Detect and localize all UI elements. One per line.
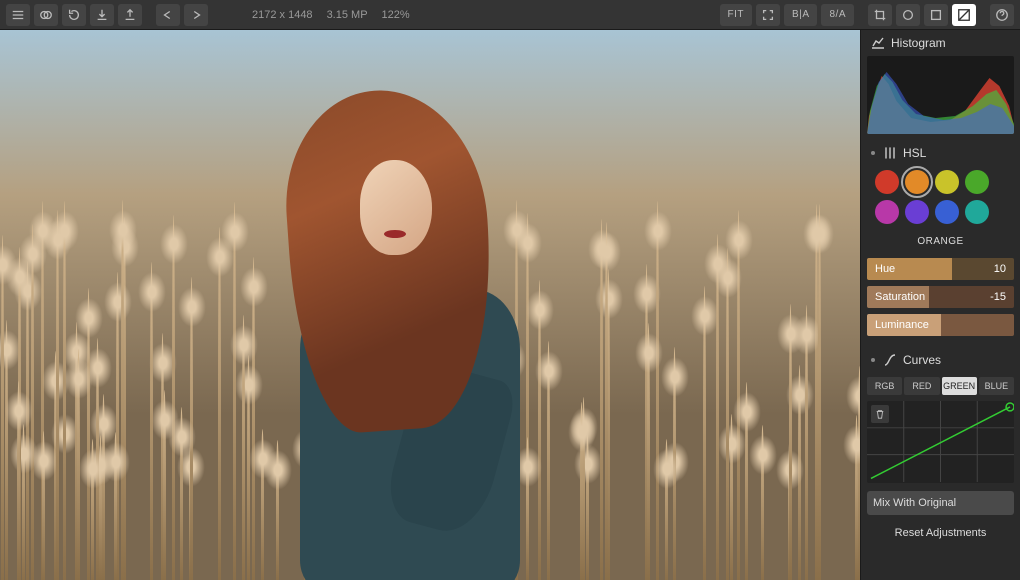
bullet-icon xyxy=(871,358,875,362)
help-button[interactable] xyxy=(990,4,1014,26)
hue-slider[interactable]: Hue 10 xyxy=(867,258,1014,280)
reset-adjustments-button[interactable]: Reset Adjustments xyxy=(861,519,1020,547)
luminance-label: Luminance xyxy=(875,319,929,331)
frame-tool-button[interactable] xyxy=(924,4,948,26)
layers-button[interactable] xyxy=(34,4,58,26)
hue-value: 10 xyxy=(994,263,1006,275)
swatch-red[interactable] xyxy=(875,170,899,194)
history-button[interactable] xyxy=(62,4,86,26)
curves-tab-green[interactable]: GREEN xyxy=(942,377,977,395)
share-button[interactable] xyxy=(118,4,142,26)
ratio-button[interactable]: 8/A xyxy=(821,4,854,26)
curves-graph[interactable] xyxy=(867,401,1014,483)
download-button[interactable] xyxy=(90,4,114,26)
shape-tool-button[interactable] xyxy=(896,4,920,26)
top-toolbar: 2172 x 1448 3.15 MP 122% FIT B|A 8/A xyxy=(0,0,1020,30)
adjustments-panel: Histogram HSL ORANGE Hue 10 Saturation -… xyxy=(860,30,1020,580)
curves-title: Curves xyxy=(903,353,941,367)
fullscreen-button[interactable] xyxy=(756,4,780,26)
hsl-color-swatches xyxy=(861,166,1020,232)
swatch-orange[interactable] xyxy=(905,170,929,194)
crop-tool-button[interactable] xyxy=(868,4,892,26)
bullet-icon xyxy=(871,151,875,155)
photo-placeholder: document.write(Array.from({length:90},(_… xyxy=(0,30,860,580)
megapixels-label: 3.15 MP xyxy=(327,9,368,21)
hsl-header[interactable]: HSL xyxy=(861,140,1020,166)
undo-button[interactable] xyxy=(156,4,180,26)
histogram-icon xyxy=(871,36,885,50)
curves-icon xyxy=(883,353,897,367)
swatch-yellow[interactable] xyxy=(935,170,959,194)
mix-with-original-button[interactable]: Mix With Original xyxy=(867,491,1014,515)
swatch-purple[interactable] xyxy=(905,200,929,224)
menu-button[interactable] xyxy=(6,4,30,26)
histogram-chart xyxy=(867,56,1014,134)
histogram-title: Histogram xyxy=(891,36,946,50)
saturation-label: Saturation xyxy=(875,291,925,303)
swatch-magenta[interactable] xyxy=(875,200,899,224)
curves-tab-blue[interactable]: BLUE xyxy=(979,377,1014,395)
fit-button[interactable]: FIT xyxy=(720,4,753,26)
saturation-slider[interactable]: Saturation -15 xyxy=(867,286,1014,308)
image-canvas[interactable]: document.write(Array.from({length:90},(_… xyxy=(0,30,860,580)
hsl-title: HSL xyxy=(903,146,926,160)
sliders-icon xyxy=(883,146,897,160)
redo-button[interactable] xyxy=(184,4,208,26)
curves-tab-rgb[interactable]: RGB xyxy=(867,377,902,395)
swatch-blue[interactable] xyxy=(935,200,959,224)
curves-tabs: RGBREDGREENBLUE xyxy=(861,373,1020,399)
hsl-selected-color: ORANGE xyxy=(861,232,1020,255)
saturation-value: -15 xyxy=(990,291,1006,303)
curves-tab-red[interactable]: RED xyxy=(904,377,939,395)
adjustments-tool-button[interactable] xyxy=(952,4,976,26)
dimensions-label: 2172 x 1448 xyxy=(252,9,313,21)
hue-label: Hue xyxy=(875,263,895,275)
swatch-green[interactable] xyxy=(965,170,989,194)
before-after-button[interactable]: B|A xyxy=(784,4,817,26)
swatch-aqua[interactable] xyxy=(965,200,989,224)
image-info: 2172 x 1448 3.15 MP 122% xyxy=(252,9,410,21)
zoom-label: 122% xyxy=(382,9,410,21)
histogram-header[interactable]: Histogram xyxy=(861,30,1020,56)
luminance-slider[interactable]: Luminance xyxy=(867,314,1014,336)
curves-header[interactable]: Curves xyxy=(861,347,1020,373)
